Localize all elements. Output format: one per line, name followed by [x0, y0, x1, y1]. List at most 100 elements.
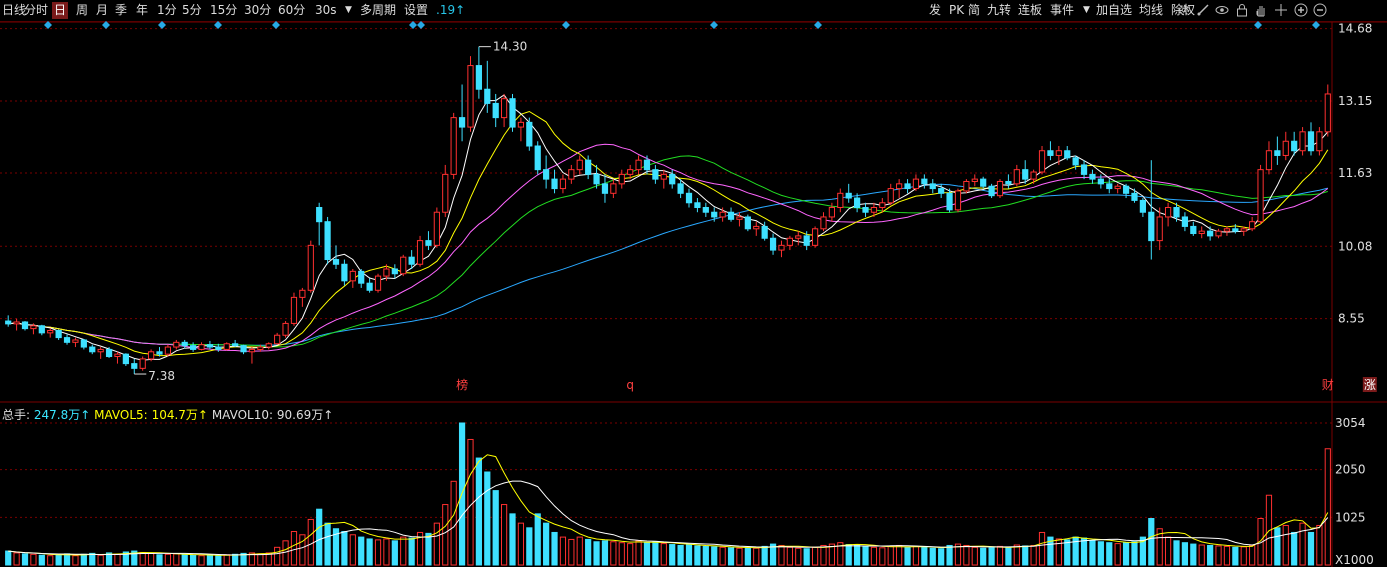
candle-body	[223, 343, 230, 350]
candle-body	[1139, 199, 1146, 213]
volume-bar	[1207, 544, 1214, 566]
candle-body	[332, 259, 340, 265]
volume-bar	[862, 545, 869, 566]
candle-body	[1190, 225, 1197, 235]
volume-bar	[677, 544, 684, 566]
volume-bar	[299, 534, 306, 566]
volume-bar	[568, 538, 575, 566]
candle-body	[425, 240, 432, 246]
candle-body	[475, 65, 482, 90]
candle-body	[1232, 228, 1239, 232]
volume-bar	[921, 546, 928, 566]
volume-bar	[912, 545, 920, 566]
candle-body	[517, 121, 525, 128]
candle-body	[383, 268, 390, 277]
candle-body	[1064, 150, 1071, 159]
candle-body	[845, 192, 852, 199]
volume-bar	[543, 522, 550, 566]
candle-body	[147, 351, 155, 360]
volume-bar	[1080, 537, 1088, 566]
volume-bar	[316, 508, 323, 566]
candle-body	[828, 207, 836, 218]
candle-body	[122, 353, 129, 365]
candle-body	[618, 173, 625, 185]
candle-body	[316, 207, 323, 223]
candle-body	[500, 98, 508, 119]
candle-body	[1240, 228, 1247, 232]
kline-chart[interactable]: 14.68 13.15 11.63 10.08 8.55 3054 2050 1025 X100…	[0, 0, 1387, 567]
volume-bar	[1324, 448, 1331, 566]
volume-bar	[1274, 527, 1281, 566]
candle-body	[1164, 207, 1172, 218]
volume-bar	[139, 551, 146, 566]
mavol10-line	[8, 480, 1329, 556]
volume-bar	[753, 547, 760, 566]
volume-bar	[55, 554, 62, 566]
volume-bar	[232, 553, 239, 566]
candle-body	[181, 341, 188, 347]
volume-bar	[1190, 543, 1197, 566]
volume-bar	[1223, 545, 1231, 566]
candle-body	[374, 275, 382, 291]
volume-bar	[870, 546, 878, 566]
candle-body	[736, 216, 743, 220]
candle-body	[173, 341, 180, 348]
candle-body	[685, 192, 693, 204]
candle-body	[912, 178, 920, 190]
candle-body	[97, 348, 104, 353]
candle-body	[1299, 131, 1306, 152]
candle-body	[1173, 207, 1180, 218]
volume-bar	[1022, 545, 1029, 566]
volume-bar	[576, 536, 583, 566]
volume-bar	[1005, 546, 1012, 566]
volume-bar	[467, 438, 474, 566]
volume-bar	[1038, 531, 1046, 566]
candle-body	[677, 183, 684, 194]
candle-body	[610, 183, 617, 194]
candle-body	[1291, 140, 1298, 152]
candle-body	[307, 244, 314, 291]
mavol10-label: MAVOL10:	[211, 408, 274, 422]
volume-bar	[500, 504, 508, 566]
candle-body	[702, 207, 709, 213]
candle-body	[467, 65, 474, 128]
volume-bar	[1240, 546, 1247, 566]
candle-body	[1038, 150, 1046, 173]
candle-body	[954, 190, 962, 211]
volume-bar	[156, 554, 163, 566]
candle-body	[72, 339, 79, 343]
candle-body	[215, 346, 222, 350]
candle-body	[232, 343, 239, 347]
candle-body	[862, 207, 869, 213]
candle-body	[282, 322, 289, 336]
candle-body	[795, 235, 802, 239]
price-tick-label: 14.68	[1338, 22, 1372, 36]
volume-bar	[509, 513, 516, 566]
candle-body	[55, 330, 62, 339]
volume-bar	[147, 552, 155, 566]
volume-bar	[206, 554, 214, 566]
volume-bar	[366, 538, 373, 566]
volume-bar	[114, 553, 121, 566]
candle-body	[727, 211, 735, 220]
volume-bar	[946, 544, 953, 566]
volume-bar	[38, 554, 45, 566]
candle-body	[660, 173, 667, 180]
volume-bar	[996, 545, 1004, 566]
candle-body	[1089, 173, 1096, 180]
candle-body	[80, 339, 87, 348]
candle-body	[627, 169, 634, 175]
candle-body	[778, 244, 785, 251]
volume-bar	[660, 543, 667, 566]
price-tick-label: 13.15	[1338, 94, 1372, 108]
candle-body	[30, 325, 37, 330]
candle-body	[559, 178, 567, 190]
candle-body	[996, 180, 1004, 197]
candle-body	[1097, 178, 1104, 185]
candle-body	[854, 197, 861, 209]
candle-body	[1181, 216, 1189, 227]
candle-body	[299, 289, 306, 298]
candle-body	[105, 348, 113, 358]
candle-body	[492, 102, 499, 119]
volume-bar	[72, 555, 79, 566]
